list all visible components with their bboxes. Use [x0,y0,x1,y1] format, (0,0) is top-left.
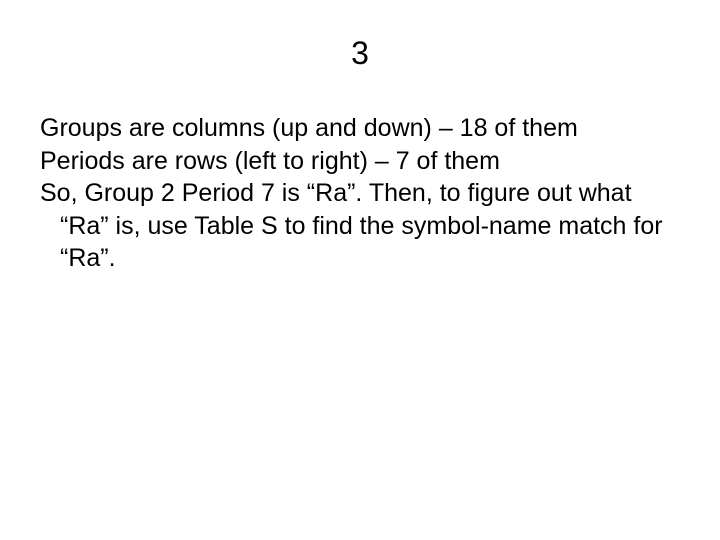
slide-container: 3 Groups are columns (up and down) – 18 … [0,0,720,540]
body-paragraph: Groups are columns (up and down) – 18 of… [40,112,680,145]
slide-body: Groups are columns (up and down) – 18 of… [40,112,680,275]
body-paragraph: So, Group 2 Period 7 is “Ra”. Then, to f… [40,177,680,275]
body-paragraph: Periods are rows (left to right) – 7 of … [40,145,680,178]
slide-title: 3 [40,35,680,72]
